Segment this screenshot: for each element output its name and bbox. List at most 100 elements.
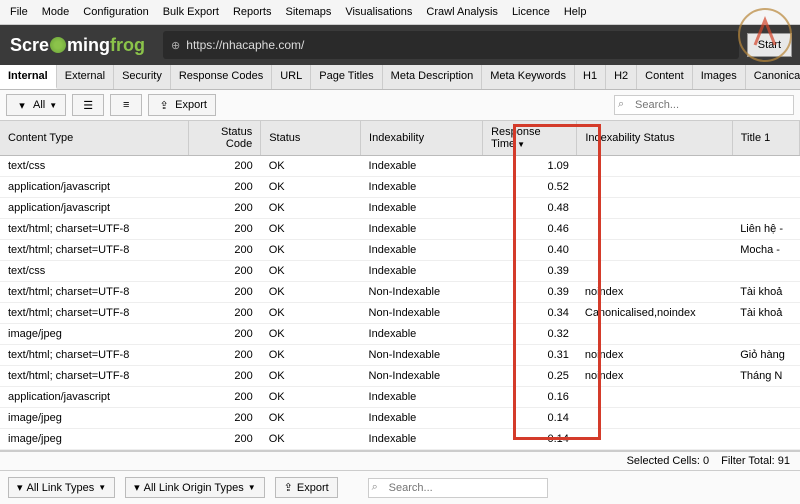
cell[interactable] (577, 198, 732, 219)
table-row[interactable]: text/css200OKIndexable1.09 (0, 156, 800, 177)
link-types-filter[interactable]: ▾ All Link Types ▼ (8, 477, 115, 498)
cell[interactable]: 200 (189, 156, 261, 177)
cell[interactable] (577, 429, 732, 450)
cell[interactable]: text/css (0, 156, 189, 177)
menu-crawl-analysis[interactable]: Crawl Analysis (426, 6, 498, 18)
cell[interactable]: Non-Indexable (361, 366, 483, 387)
cell[interactable]: 200 (189, 324, 261, 345)
tab-meta-description[interactable]: Meta Description (383, 65, 483, 89)
cell[interactable] (732, 198, 799, 219)
cell[interactable]: 200 (189, 387, 261, 408)
tab-security[interactable]: Security (114, 65, 171, 89)
col-header-status-code[interactable]: Status Code (189, 121, 261, 156)
table-row[interactable]: application/javascript200OKIndexable0.52 (0, 177, 800, 198)
col-header-indexability[interactable]: Indexability (361, 121, 483, 156)
cell[interactable]: Indexable (361, 219, 483, 240)
table-row[interactable]: text/html; charset=UTF-8200OKNon-Indexab… (0, 282, 800, 303)
cell[interactable]: 0.52 (483, 177, 577, 198)
cell[interactable]: 200 (189, 366, 261, 387)
cell[interactable]: 0.25 (483, 366, 577, 387)
table-row[interactable]: application/javascript200OKIndexable0.16 (0, 387, 800, 408)
cell[interactable] (732, 387, 799, 408)
tab-meta-keywords[interactable]: Meta Keywords (482, 65, 575, 89)
filter-dropdown[interactable]: ▾ All ▼ (6, 94, 66, 116)
cell[interactable]: OK (261, 324, 361, 345)
col-header-content-type[interactable]: Content Type (0, 121, 189, 156)
cell[interactable]: OK (261, 345, 361, 366)
cell[interactable]: image/jpeg (0, 408, 189, 429)
cell[interactable]: OK (261, 450, 361, 452)
cell[interactable]: Mocha - (732, 240, 799, 261)
menu-configuration[interactable]: Configuration (83, 6, 148, 18)
table-row[interactable]: text/css200OKIndexable0.39 (0, 261, 800, 282)
tab-h2[interactable]: H2 (606, 65, 637, 89)
cell[interactable]: Indexable (361, 429, 483, 450)
cell[interactable]: 1.09 (483, 156, 577, 177)
cell[interactable] (732, 324, 799, 345)
cell[interactable]: 200 (189, 177, 261, 198)
tree-view-button[interactable]: ☰ (72, 94, 104, 116)
results-table-wrap[interactable]: Content TypeStatus CodeStatusIndexabilit… (0, 121, 800, 451)
cell[interactable]: Indexable (361, 156, 483, 177)
cell[interactable]: 200 (189, 261, 261, 282)
cell[interactable] (732, 261, 799, 282)
cell[interactable]: 200 (189, 198, 261, 219)
cell[interactable]: OK (261, 156, 361, 177)
menu-help[interactable]: Help (564, 6, 587, 18)
search-input[interactable] (614, 95, 794, 115)
tab-internal[interactable]: Internal (0, 65, 57, 89)
cell[interactable]: noindex (577, 282, 732, 303)
cell[interactable]: 0.14 (483, 429, 577, 450)
cell[interactable]: text/html; charset=UTF-8 (0, 219, 189, 240)
cell[interactable]: 200 (189, 282, 261, 303)
col-header-status[interactable]: Status (261, 121, 361, 156)
export-button[interactable]: ⇪ Export (148, 94, 216, 116)
cell[interactable]: image/jpeg (0, 429, 189, 450)
cell[interactable]: Indexable (361, 387, 483, 408)
cell[interactable]: text/css (0, 261, 189, 282)
cell[interactable]: OK (261, 303, 361, 324)
cell[interactable] (577, 240, 732, 261)
col-header-indexability-status[interactable]: Indexability Status (577, 121, 732, 156)
cell[interactable] (577, 450, 732, 452)
cell[interactable]: 0.34 (483, 303, 577, 324)
table-row[interactable]: text/css200OKIndexable0.12 (0, 450, 800, 452)
table-row[interactable]: text/html; charset=UTF-8200OKNon-Indexab… (0, 366, 800, 387)
menu-visualisations[interactable]: Visualisations (345, 6, 412, 18)
url-bar[interactable]: ⊕ (163, 31, 739, 59)
bottom-search-input[interactable] (368, 478, 548, 498)
tab-page-titles[interactable]: Page Titles (311, 65, 382, 89)
cell[interactable]: OK (261, 282, 361, 303)
cell[interactable] (577, 177, 732, 198)
cell[interactable] (732, 408, 799, 429)
tab-content[interactable]: Content (637, 65, 693, 89)
table-row[interactable]: image/jpeg200OKIndexable0.14 (0, 408, 800, 429)
bottom-export-button[interactable]: ⇪ Export (275, 477, 338, 498)
cell[interactable]: Liên hệ - (732, 219, 799, 240)
cell[interactable]: 200 (189, 240, 261, 261)
cell[interactable]: OK (261, 408, 361, 429)
cell[interactable] (732, 156, 799, 177)
menu-mode[interactable]: Mode (42, 6, 70, 18)
cell[interactable]: Indexable (361, 324, 483, 345)
table-row[interactable]: image/jpeg200OKIndexable0.14 (0, 429, 800, 450)
cell[interactable]: Giỏ hàng (732, 345, 799, 366)
cell[interactable] (732, 450, 799, 452)
cell[interactable]: noindex (577, 345, 732, 366)
cell[interactable]: 200 (189, 219, 261, 240)
cell[interactable]: Tài khoả (732, 282, 799, 303)
cell[interactable]: Tài khoả (732, 303, 799, 324)
cell[interactable]: image/jpeg (0, 324, 189, 345)
tab-url[interactable]: URL (272, 65, 311, 89)
cell[interactable]: OK (261, 240, 361, 261)
cell[interactable]: OK (261, 429, 361, 450)
cell[interactable]: 0.16 (483, 387, 577, 408)
cell[interactable]: application/javascript (0, 198, 189, 219)
cell[interactable]: 0.39 (483, 261, 577, 282)
cell[interactable]: 0.12 (483, 450, 577, 452)
cell[interactable]: Canonicalised,noindex (577, 303, 732, 324)
cell[interactable]: 0.48 (483, 198, 577, 219)
tab-h1[interactable]: H1 (575, 65, 606, 89)
cell[interactable]: Indexable (361, 177, 483, 198)
tab-images[interactable]: Images (693, 65, 746, 89)
